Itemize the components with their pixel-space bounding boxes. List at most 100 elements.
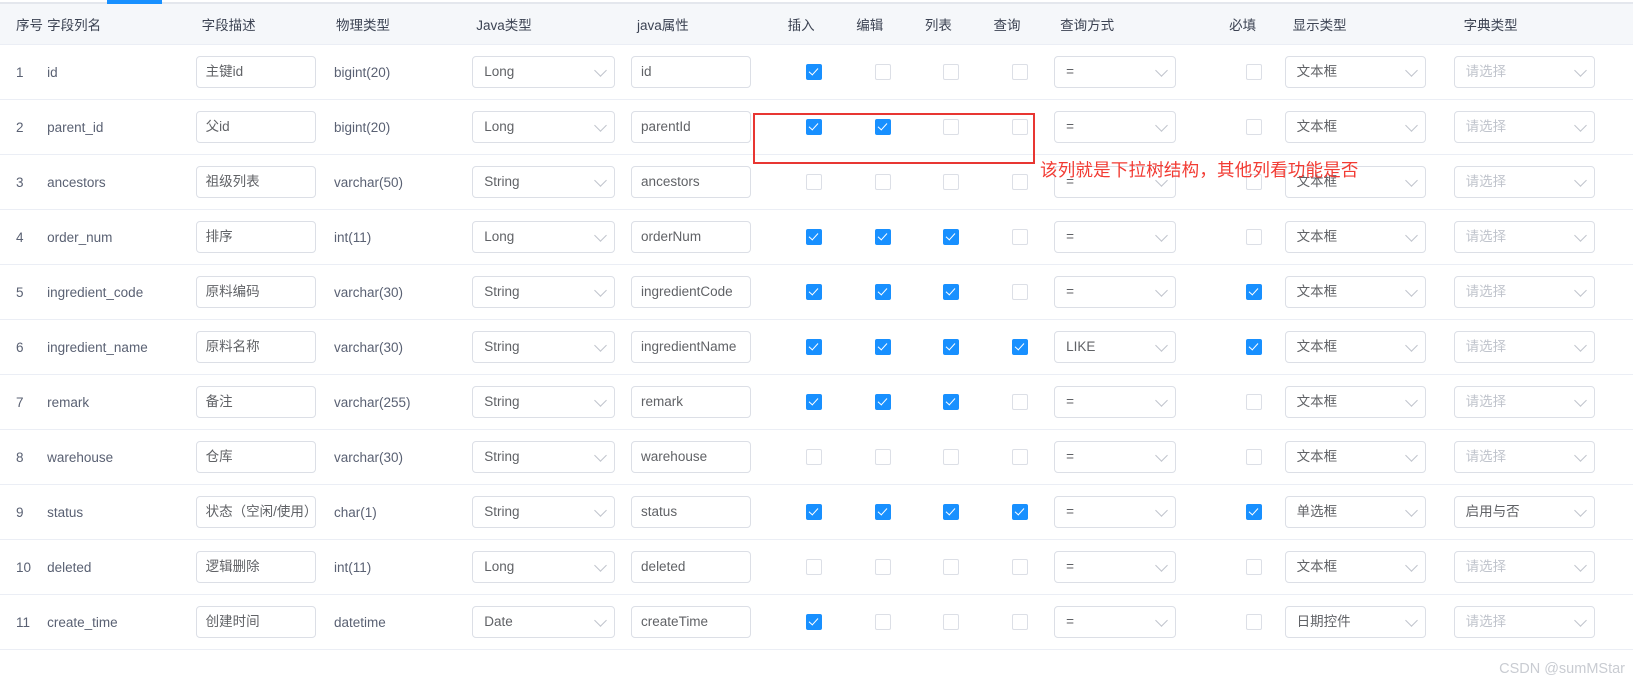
display-type-select[interactable]: 文本框 bbox=[1284, 221, 1426, 253]
dict-type-select[interactable]: 请选择 bbox=[1453, 551, 1595, 583]
query-type-select[interactable]: = bbox=[1054, 551, 1177, 583]
insert-checkbox[interactable] bbox=[805, 614, 822, 631]
dict-type-select[interactable]: 请选择 bbox=[1453, 331, 1595, 363]
query-type-select[interactable]: = bbox=[1054, 111, 1177, 143]
list-checkbox[interactable] bbox=[943, 449, 960, 466]
edit-checkbox[interactable] bbox=[874, 449, 891, 466]
insert-checkbox[interactable] bbox=[805, 64, 822, 81]
java-type-select[interactable]: Long bbox=[472, 221, 616, 253]
column-desc-input[interactable]: 逻辑删除 bbox=[195, 551, 316, 583]
insert-checkbox[interactable] bbox=[805, 119, 822, 136]
java-field-input[interactable]: createTime bbox=[631, 606, 752, 638]
display-type-select[interactable]: 文本框 bbox=[1284, 276, 1426, 308]
insert-checkbox[interactable] bbox=[805, 504, 822, 521]
column-desc-input[interactable]: 主键id bbox=[195, 56, 316, 88]
display-type-select[interactable]: 日期控件 bbox=[1284, 606, 1426, 638]
java-type-select[interactable]: Date bbox=[472, 606, 616, 638]
required-checkbox[interactable] bbox=[1245, 229, 1262, 246]
list-checkbox[interactable] bbox=[943, 394, 960, 411]
dict-type-select[interactable]: 请选择 bbox=[1453, 111, 1595, 143]
java-field-input[interactable]: status bbox=[631, 496, 752, 528]
list-checkbox[interactable] bbox=[943, 504, 960, 521]
java-type-select[interactable]: String bbox=[472, 441, 616, 473]
display-type-select[interactable]: 文本框 bbox=[1284, 551, 1426, 583]
query-checkbox[interactable] bbox=[1011, 284, 1028, 301]
required-checkbox[interactable] bbox=[1245, 64, 1262, 81]
insert-checkbox[interactable] bbox=[805, 449, 822, 466]
insert-checkbox[interactable] bbox=[805, 559, 822, 576]
required-checkbox[interactable] bbox=[1245, 339, 1262, 356]
edit-checkbox[interactable] bbox=[874, 614, 891, 631]
column-desc-input[interactable]: 排序 bbox=[195, 221, 316, 253]
edit-checkbox[interactable] bbox=[874, 504, 891, 521]
column-desc-input[interactable]: 祖级列表 bbox=[195, 166, 316, 198]
edit-checkbox[interactable] bbox=[874, 284, 891, 301]
query-checkbox[interactable] bbox=[1011, 119, 1028, 136]
java-field-input[interactable]: parentId bbox=[631, 111, 752, 143]
java-field-input[interactable]: warehouse bbox=[631, 441, 752, 473]
query-type-select[interactable]: = bbox=[1054, 496, 1177, 528]
java-field-input[interactable]: ingredientCode bbox=[631, 276, 752, 308]
dict-type-select[interactable]: 请选择 bbox=[1453, 166, 1595, 198]
query-type-select[interactable]: LIKE bbox=[1054, 331, 1177, 363]
query-checkbox[interactable] bbox=[1011, 339, 1028, 356]
query-type-select[interactable]: = bbox=[1054, 606, 1177, 638]
java-type-select[interactable]: String bbox=[472, 331, 616, 363]
query-type-select[interactable]: = bbox=[1054, 221, 1177, 253]
java-field-input[interactable]: ingredientName bbox=[631, 331, 752, 363]
dict-type-select[interactable]: 请选择 bbox=[1453, 276, 1595, 308]
display-type-select[interactable]: 文本框 bbox=[1284, 111, 1426, 143]
display-type-select[interactable]: 文本框 bbox=[1284, 56, 1426, 88]
list-checkbox[interactable] bbox=[943, 174, 960, 191]
edit-checkbox[interactable] bbox=[874, 339, 891, 356]
dict-type-select[interactable]: 请选择 bbox=[1453, 606, 1595, 638]
dict-type-select[interactable]: 请选择 bbox=[1453, 386, 1595, 418]
query-checkbox[interactable] bbox=[1011, 229, 1028, 246]
java-field-input[interactable]: remark bbox=[631, 386, 752, 418]
query-type-select[interactable]: = bbox=[1054, 441, 1177, 473]
java-type-select[interactable]: String bbox=[472, 276, 616, 308]
java-type-select[interactable]: String bbox=[472, 386, 616, 418]
query-checkbox[interactable] bbox=[1011, 614, 1028, 631]
java-field-input[interactable]: orderNum bbox=[631, 221, 752, 253]
edit-checkbox[interactable] bbox=[874, 394, 891, 411]
list-checkbox[interactable] bbox=[943, 559, 960, 576]
java-type-select[interactable]: Long bbox=[472, 551, 616, 583]
required-checkbox[interactable] bbox=[1245, 504, 1262, 521]
column-desc-input[interactable]: 原料名称 bbox=[195, 331, 316, 363]
edit-checkbox[interactable] bbox=[874, 229, 891, 246]
list-checkbox[interactable] bbox=[943, 339, 960, 356]
query-checkbox[interactable] bbox=[1011, 394, 1028, 411]
query-checkbox[interactable] bbox=[1011, 559, 1028, 576]
active-tab-indicator[interactable] bbox=[107, 0, 162, 4]
required-checkbox[interactable] bbox=[1245, 559, 1262, 576]
java-type-select[interactable]: Long bbox=[472, 111, 616, 143]
list-checkbox[interactable] bbox=[943, 229, 960, 246]
list-checkbox[interactable] bbox=[943, 119, 960, 136]
dict-type-select[interactable]: 请选择 bbox=[1453, 221, 1595, 253]
list-checkbox[interactable] bbox=[943, 64, 960, 81]
insert-checkbox[interactable] bbox=[805, 229, 822, 246]
list-checkbox[interactable] bbox=[943, 284, 960, 301]
query-checkbox[interactable] bbox=[1011, 449, 1028, 466]
dict-type-select[interactable]: 请选择 bbox=[1453, 56, 1595, 88]
column-desc-input[interactable]: 仓库 bbox=[195, 441, 316, 473]
java-type-select[interactable]: String bbox=[472, 496, 616, 528]
list-checkbox[interactable] bbox=[943, 614, 960, 631]
insert-checkbox[interactable] bbox=[805, 339, 822, 356]
dict-type-select[interactable]: 启用与否 bbox=[1453, 496, 1595, 528]
column-desc-input[interactable]: 原料编码 bbox=[195, 276, 316, 308]
display-type-select[interactable]: 文本框 bbox=[1284, 441, 1426, 473]
edit-checkbox[interactable] bbox=[874, 174, 891, 191]
column-desc-input[interactable]: 状态（空闲/使用） bbox=[195, 496, 316, 528]
required-checkbox[interactable] bbox=[1245, 394, 1262, 411]
required-checkbox[interactable] bbox=[1245, 449, 1262, 466]
java-field-input[interactable]: id bbox=[631, 56, 752, 88]
required-checkbox[interactable] bbox=[1245, 284, 1262, 301]
query-type-select[interactable]: = bbox=[1054, 386, 1177, 418]
query-checkbox[interactable] bbox=[1011, 64, 1028, 81]
java-field-input[interactable]: deleted bbox=[631, 551, 752, 583]
java-type-select[interactable]: String bbox=[472, 166, 616, 198]
java-type-select[interactable]: Long bbox=[472, 56, 616, 88]
query-type-select[interactable]: = bbox=[1054, 56, 1177, 88]
